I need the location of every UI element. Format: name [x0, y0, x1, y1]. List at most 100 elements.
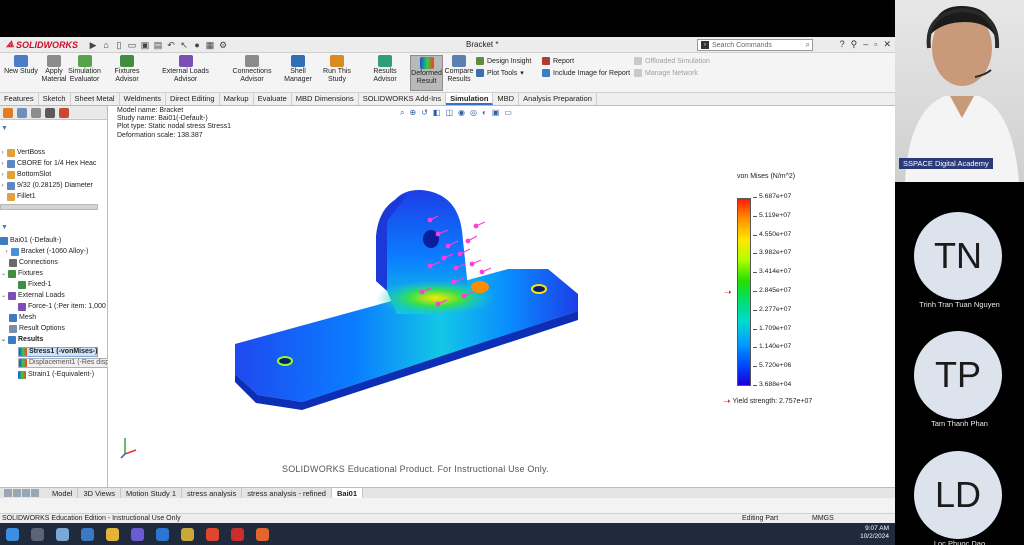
save-icon[interactable]: ▣ — [140, 40, 150, 50]
tab-3d-views[interactable]: 3D Views — [78, 487, 121, 499]
tree-item-cbore[interactable]: › CBORE for 1/4 Hex Heac — [0, 159, 96, 169]
tree-item-displacement[interactable]: Displacement1 (-Res disp-) — [18, 358, 115, 368]
manage-network-button[interactable]: Manage Network — [634, 69, 698, 77]
minimize-icon[interactable]: ‒ — [863, 39, 868, 50]
tab-weldments[interactable]: Weldments — [120, 93, 166, 105]
tree-item-external-loads[interactable]: ⌄ External Loads — [1, 291, 65, 301]
tab-sheet-metal[interactable]: Sheet Metal — [71, 93, 120, 105]
app-icon[interactable] — [256, 527, 269, 541]
filter-icon[interactable]: ▼ — [1, 223, 8, 233]
report-button[interactable]: Report — [542, 57, 574, 65]
tree-item-diameter[interactable]: › 9/32 (0.28125) Diameter — [0, 181, 93, 191]
teams-icon[interactable] — [131, 527, 144, 541]
tab-evaluate[interactable]: Evaluate — [254, 93, 292, 105]
participant-avatar[interactable]: TN — [914, 212, 1002, 300]
select-icon[interactable]: ↖ — [179, 40, 189, 50]
tab-mbd-dimensions[interactable]: MBD Dimensions — [292, 93, 359, 105]
close-icon[interactable]: ✕ — [883, 39, 891, 50]
user-icon[interactable]: ⚲ — [851, 39, 858, 50]
tab-direct-editing[interactable]: Direct Editing — [166, 93, 220, 105]
deformed-result-button[interactable]: Deformed Result — [410, 55, 443, 91]
solidworks-taskbar-icon[interactable] — [231, 527, 244, 541]
help-icon[interactable]: ? — [840, 39, 845, 50]
open-folder-icon[interactable]: ▭ — [127, 40, 137, 50]
tree-item-stress[interactable]: Stress1 (-vonMises-) — [18, 347, 99, 357]
tree-item-strain[interactable]: Strain1 (-Equivalent-) — [18, 370, 94, 380]
feature-manager-icon[interactable] — [3, 107, 13, 118]
windows-start-icon[interactable] — [6, 527, 19, 541]
last-tab-icon[interactable] — [31, 489, 39, 497]
tree-item-results[interactable]: ⌄ Results — [1, 335, 43, 345]
tree-item-study[interactable]: Bai01 (-Default-) — [0, 236, 61, 246]
configuration-manager-icon[interactable] — [31, 107, 41, 118]
property-manager-icon[interactable] — [17, 107, 27, 118]
file-explorer-icon[interactable] — [106, 527, 119, 541]
run-this-study-button[interactable]: Run This Study — [314, 55, 360, 84]
home-icon[interactable]: ⌂ — [101, 40, 111, 50]
external-loads-advisor-button[interactable]: External Loads Advisor — [152, 55, 219, 84]
results-advisor-button[interactable]: Results Advisor — [362, 55, 408, 84]
offloaded-simulation-button[interactable]: Offloaded Simulation — [634, 57, 710, 65]
tree-item-mesh[interactable]: Mesh — [9, 313, 36, 323]
next-tab-icon[interactable] — [22, 489, 30, 497]
fixtures-advisor-button[interactable]: Fixtures Advisor — [103, 55, 151, 84]
restore-icon[interactable]: ▫ — [874, 39, 877, 50]
tree-item-fixed[interactable]: Fixed-1 — [18, 280, 51, 290]
plot-tools-button[interactable]: Plot Tools ▾ — [476, 69, 524, 77]
system-clock[interactable]: 9:07 AM 10/2/2024 — [860, 525, 889, 541]
tree-scrollbar[interactable] — [0, 204, 98, 210]
first-tab-icon[interactable] — [4, 489, 12, 497]
shell-manager-button[interactable]: Shell Manager — [284, 55, 312, 84]
undo-icon[interactable]: ↶ — [166, 40, 176, 50]
tree-item-fixtures[interactable]: ⌄ Fixtures — [1, 269, 43, 279]
apply-material-button[interactable]: Apply Material — [40, 55, 68, 84]
tab-addins[interactable]: SOLIDWORKS Add-Ins — [359, 93, 447, 105]
search-icon[interactable] — [31, 527, 44, 541]
tree-item-bracket[interactable]: › Bracket (-1060 Alloy-) — [4, 247, 88, 257]
tab-bai01[interactable]: Bai01 — [331, 487, 363, 499]
simulation-evaluator-button[interactable]: Simulation Evaluator — [68, 55, 101, 84]
file-properties-icon[interactable]: ▦ — [205, 40, 215, 50]
graphics-area[interactable]: Model name: Bracket Study name: Bai01(-D… — [108, 106, 895, 487]
design-insight-button[interactable]: Design Insight — [476, 57, 531, 65]
print-icon[interactable]: ▤ — [153, 40, 163, 50]
compare-results-button[interactable]: Compare Results — [444, 55, 474, 84]
tab-markup[interactable]: Markup — [220, 93, 254, 105]
dimxpert-icon[interactable] — [45, 107, 55, 118]
units-selector[interactable]: MMGS — [812, 514, 834, 523]
tab-analysis-preparation[interactable]: Analysis Preparation — [519, 93, 597, 105]
tab-motion-study[interactable]: Motion Study 1 — [121, 487, 183, 499]
tab-features[interactable]: Features — [0, 93, 39, 105]
display-manager-icon[interactable] — [59, 107, 69, 118]
tree-item-force[interactable]: Force-1 (:Per item: 1,000 — [18, 302, 106, 312]
include-image-button[interactable]: Include Image for Report — [542, 69, 630, 77]
app-icon[interactable] — [181, 527, 194, 541]
chevron-right-icon[interactable]: ▶ — [88, 40, 98, 50]
new-study-button[interactable]: New Study — [3, 55, 39, 76]
tab-mbd[interactable]: MBD — [493, 93, 520, 105]
tab-model[interactable]: Model — [47, 487, 79, 499]
filter-icon[interactable]: ▼ — [1, 124, 8, 134]
tab-stress-analysis[interactable]: stress analysis — [182, 487, 243, 499]
tab-sketch[interactable]: Sketch — [39, 93, 71, 105]
participant-avatar[interactable]: LD — [914, 451, 1002, 539]
search-icon[interactable]: ⌕ — [806, 40, 810, 50]
tree-item-fillet[interactable]: Fillet1 — [0, 192, 36, 202]
tree-item-vertboss[interactable]: › VertBoss — [0, 148, 45, 158]
search-commands-input[interactable]: › Search Commands ⌕ — [697, 39, 813, 51]
tab-stress-analysis-refined[interactable]: stress analysis - refined — [242, 487, 332, 499]
rebuild-icon[interactable]: ● — [192, 40, 202, 50]
previous-tab-icon[interactable] — [13, 489, 21, 497]
tree-item-result-options[interactable]: Result Options — [9, 324, 65, 334]
tab-simulation[interactable]: Simulation — [446, 93, 494, 105]
widgets-icon[interactable] — [56, 527, 69, 541]
participant-avatar[interactable]: TP — [914, 331, 1002, 419]
edge-icon[interactable] — [81, 527, 94, 541]
tree-item-connections[interactable]: Connections — [9, 258, 58, 268]
tree-item-bottomslot[interactable]: › BottomSlot — [0, 170, 51, 180]
chrome-icon[interactable] — [206, 527, 219, 541]
new-file-icon[interactable]: ▯ — [114, 40, 124, 50]
outlook-icon[interactable] — [156, 527, 169, 541]
options-gear-icon[interactable]: ⚙ — [218, 40, 228, 50]
connections-advisor-button[interactable]: Connections Advisor — [221, 55, 283, 84]
